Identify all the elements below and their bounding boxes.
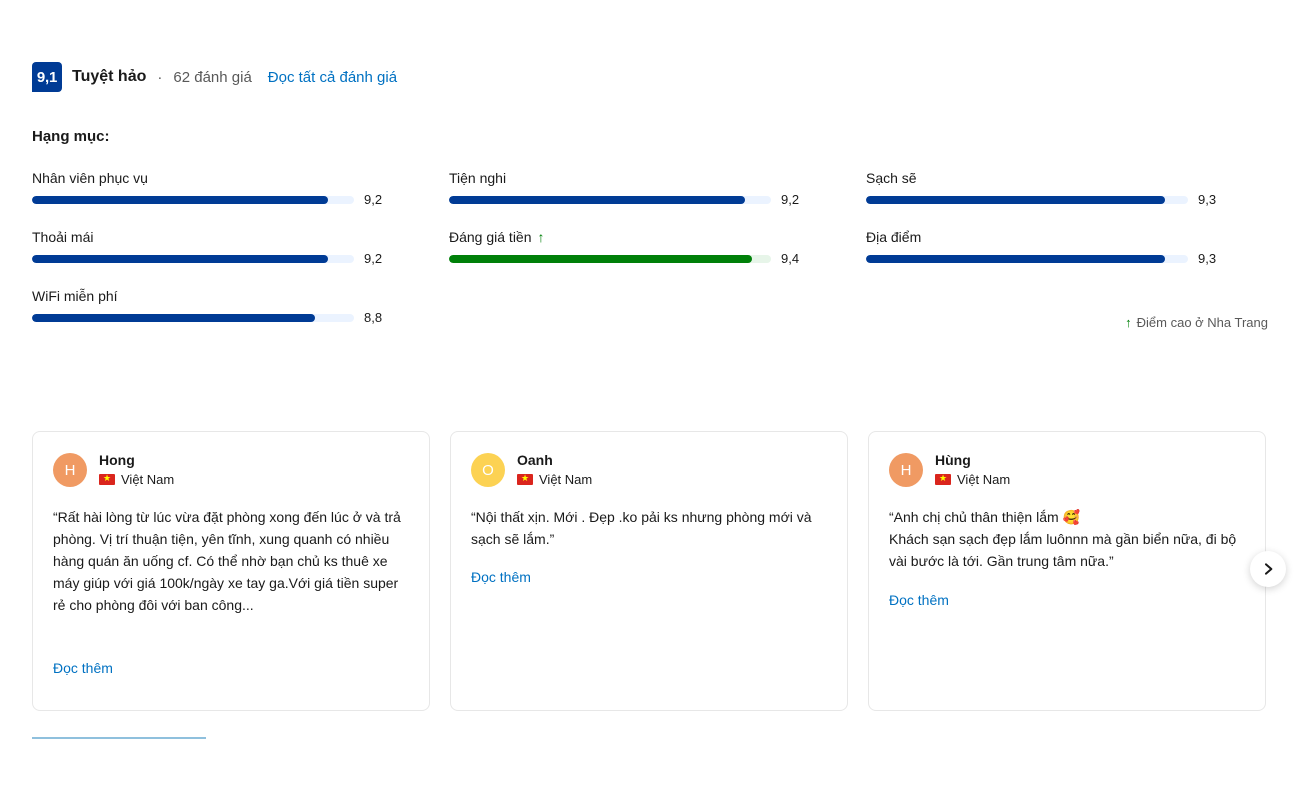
category-label-text: Thoải mái [32,229,94,245]
category-item-staff: Nhân viên phục vụ 9,2 [32,168,422,207]
rating-bar-track [32,254,354,263]
category-item-free-wifi: WiFi miễn phí 8,8 [32,286,422,325]
reviews-section: 9,1 Tuyệt hảo · 62 đánh giá Đọc tất cả đ… [0,0,1300,800]
score-separator: · [157,68,163,86]
high-score-note-text: Điểm cao ở Nha Trang [1136,315,1268,330]
reviewer-country: Việt Nam [99,471,174,488]
rating-bar-track [866,195,1188,204]
rating-bar-track [32,195,354,204]
loading-indicator [32,737,206,739]
review-cards-carousel: H Hong Việt Nam “Rất hài lòng từ lúc vừa… [32,431,1268,711]
review-card[interactable]: H Hong Việt Nam “Rất hài lòng từ lúc vừa… [32,431,430,711]
reviewer: H Hùng Việt Nam [889,452,1245,488]
flag-vietnam-icon [99,472,115,485]
categories-grid: Nhân viên phục vụ 9,2 Tiện nghi 9,2 Sạch… [32,168,1268,325]
category-label-text: Tiện nghi [449,170,507,186]
category-value: 9,2 [364,251,383,266]
category-label: Tiện nghi [449,168,839,188]
reviewer-meta: Hong Việt Nam [99,452,174,488]
categories-title: Hạng mục: [32,128,110,145]
review-count: 62 đánh giá [173,68,252,86]
category-label-text: Địa điểm [866,229,922,245]
reviewer-country-text: Việt Nam [957,472,1011,487]
review-card[interactable]: H Hùng Việt Nam “Anh chị chủ thân thiện … [868,431,1266,711]
category-bar-row: 9,3 [866,192,1256,207]
category-label: WiFi miễn phí [32,286,422,306]
category-label-text: WiFi miễn phí [32,288,118,304]
category-bar-row: 9,4 [449,251,839,266]
review-text: “Anh chị chủ thân thiện lắm 🥰 Khách sạn … [889,509,1237,569]
reviewer-country-text: Việt Nam [539,472,593,487]
avatar: H [889,453,923,487]
rating-bar-track [32,313,354,322]
category-bar-row: 9,3 [866,251,1256,266]
reviewer-country: Việt Nam [517,471,592,488]
category-label: Sạch sẽ [866,168,1256,188]
category-value: 9,4 [781,251,800,266]
category-item-comfort: Thoải mái 9,2 [32,227,422,266]
category-item-value-for-money: Đáng giá tiền ↑ 9,4 [449,227,839,266]
score-word: Tuyệt hảo [72,68,147,85]
read-all-reviews-link[interactable]: Đọc tất cả đánh giá [268,69,397,86]
category-label: Nhân viên phục vụ [32,168,422,188]
category-value: 9,3 [1198,251,1217,266]
category-label-text: Đáng giá tiền [449,229,532,245]
rating-bar-fill [32,313,316,322]
arrow-up-icon: ↑ [1125,315,1132,330]
category-label-text: Sạch sẽ [866,170,917,186]
category-value: 8,8 [364,310,383,325]
rating-bar-fill [449,195,746,204]
read-more-link[interactable]: Đọc thêm [889,592,949,608]
flag-vietnam-icon [517,472,533,485]
rating-bar-fill [449,254,752,263]
chevron-right-icon [1265,563,1273,575]
read-more-link[interactable]: Đọc thêm [53,660,113,676]
rating-bar-track [449,254,771,263]
category-bar-row: 9,2 [32,192,422,207]
category-item-facilities: Tiện nghi 9,2 [449,168,839,207]
category-bar-row: 9,2 [449,192,839,207]
category-value: 9,2 [781,192,800,207]
high-score-note: ↑ Điểm cao ở Nha Trang [1125,315,1268,330]
review-card[interactable]: O Oanh Việt Nam “Nội thất xịn. Mới . Đẹp… [450,431,848,711]
reviewer-country: Việt Nam [935,471,1010,488]
category-item-location: Địa điểm 9,3 [866,227,1256,266]
rating-bar-fill [866,195,1166,204]
category-label: Thoải mái [32,227,422,247]
reviewer-meta: Oanh Việt Nam [517,452,592,488]
category-bar-row: 9,2 [32,251,422,266]
reviewer: O Oanh Việt Nam [471,452,827,488]
review-text: “Nội thất xịn. Mới . Đẹp .ko pải ks nhưn… [471,509,812,547]
avatar: O [471,453,505,487]
flag-vietnam-icon [935,472,951,485]
score-badge: 9,1 [32,62,62,92]
rating-bar-fill [32,195,329,204]
category-value: 9,2 [364,192,383,207]
avatar: H [53,453,87,487]
category-label: Đáng giá tiền ↑ [449,227,839,247]
category-value: 9,3 [1198,192,1217,207]
arrow-up-icon: ↑ [537,229,545,245]
reviewer: H Hong Việt Nam [53,452,409,488]
read-more-link[interactable]: Đọc thêm [471,569,531,585]
review-text: “Rất hài lòng từ lúc vừa đặt phòng xong … [53,509,401,613]
category-label: Địa điểm [866,227,1256,247]
reviewer-country-text: Việt Nam [121,472,175,487]
reviewer-meta: Hùng Việt Nam [935,452,1010,488]
reviewer-name: Oanh [517,452,553,468]
rating-bar-fill [32,254,329,263]
carousel-next-button[interactable] [1250,551,1286,587]
reviewer-name: Hùng [935,452,971,468]
rating-bar-track [866,254,1188,263]
category-bar-row: 8,8 [32,310,422,325]
reviewer-name: Hong [99,452,135,468]
rating-bar-fill [866,254,1166,263]
category-item-cleanliness: Sạch sẽ 9,3 [866,168,1256,207]
score-header: 9,1 Tuyệt hảo · 62 đánh giá Đọc tất cả đ… [32,62,397,92]
category-label-text: Nhân viên phục vụ [32,170,148,186]
rating-bar-track [449,195,771,204]
